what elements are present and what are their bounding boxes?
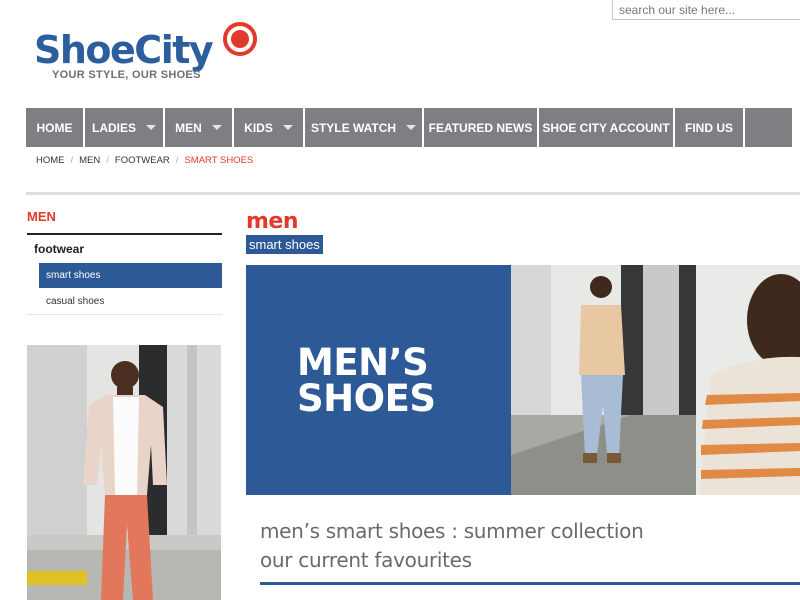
breadcrumb-current: SMART SHOES (184, 155, 254, 166)
nav-overflow[interactable] (745, 108, 792, 147)
banner-heading: MEN’S SHOES (297, 341, 447, 420)
main-nav: HOME LADIES MEN KIDS STYLE WATCH FEATURE… (26, 108, 800, 147)
section-divider (260, 582, 800, 585)
sidebar-item-label: smart shoes (46, 270, 101, 281)
nav-kids[interactable]: KIDS (234, 108, 303, 147)
breadcrumb-separator: / (175, 155, 179, 166)
breadcrumb: HOME / MEN / FOOTWEAR / SMART SHOES (36, 155, 253, 166)
nav-style-watch[interactable]: STYLE WATCH (305, 108, 422, 147)
section-headline: men’s smart shoes : summer collection (260, 519, 644, 543)
sidebar-divider (27, 233, 222, 235)
caret-down-icon (406, 125, 417, 130)
header-divider (26, 192, 800, 195)
sidebar-category[interactable]: footwear (34, 242, 84, 256)
breadcrumb-home[interactable]: HOME (36, 155, 65, 166)
breadcrumb-separator: / (70, 155, 74, 166)
page-subtitle-badge: smart shoes (246, 235, 323, 254)
banner-heading-text: MEN’S SHOES (297, 341, 436, 420)
nav-featured-news[interactable]: FEATURED NEWS (424, 108, 537, 147)
nav-home[interactable]: HOME (26, 108, 83, 147)
breadcrumb-separator: / (106, 155, 109, 166)
shoecity-logo[interactable]: ShoeCity YOUR STYLE, OUR SHOES (34, 22, 274, 88)
nav-ladies[interactable]: LADIES (85, 108, 163, 147)
search-placeholder: search our site here... (619, 3, 736, 17)
caret-down-icon (282, 125, 293, 130)
nav-label: LADIES (91, 120, 136, 135)
sidebar-item-smart-shoes[interactable]: smart shoes (39, 263, 222, 288)
sidebar-divider (27, 314, 222, 315)
breadcrumb-men[interactable]: MEN (79, 155, 100, 166)
caret-down-icon (146, 125, 156, 130)
sidebar-title: MEN (27, 209, 56, 224)
logo-tagline: YOUR STYLE, OUR SHOES (52, 69, 201, 81)
nav-shoe-city-account[interactable]: SHOE CITY ACCOUNT (539, 108, 673, 147)
banner-photo (511, 265, 800, 495)
nav-find-us[interactable]: FIND US (675, 108, 743, 147)
nav-label: FIND US (685, 120, 733, 135)
nav-label: SHOE CITY ACCOUNT (542, 120, 670, 135)
caret-down-icon (211, 125, 222, 130)
nav-label: STYLE WATCH (310, 120, 397, 135)
hero-banner[interactable]: MEN’S SHOES (246, 265, 800, 495)
breadcrumb-footwear[interactable]: FOOTWEAR (115, 155, 170, 166)
logo-target-icon (223, 22, 257, 56)
nav-label: KIDS (244, 120, 273, 135)
search-input[interactable]: search our site here... (612, 0, 800, 20)
nav-label: HOME (36, 120, 73, 135)
nav-label: MEN (175, 120, 202, 135)
logo-wordmark: ShoeCity (34, 28, 214, 72)
banner-panel: MEN’S SHOES (246, 265, 511, 495)
nav-men[interactable]: MEN (165, 108, 232, 147)
section-subheadline: our current favourites (260, 548, 472, 572)
nav-label: FEATURED NEWS (428, 120, 533, 135)
page-title: men (246, 209, 299, 234)
promo-photo-man-in-blazer[interactable] (27, 345, 221, 600)
sidebar-item-casual-shoes[interactable]: casual shoes (46, 296, 104, 307)
